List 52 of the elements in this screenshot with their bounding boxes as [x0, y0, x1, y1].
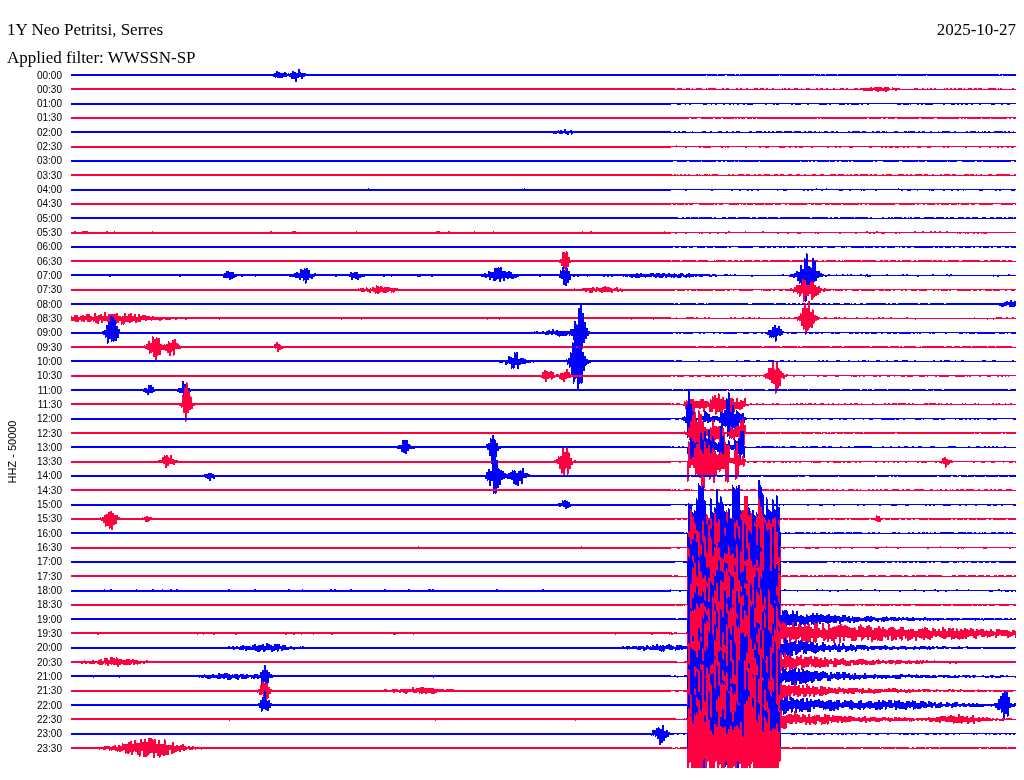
time-label: 22:00	[36, 699, 62, 711]
time-label: 22:30	[36, 713, 62, 725]
time-label: 04:30	[36, 198, 62, 210]
time-label: 17:30	[36, 570, 62, 582]
time-label: 23:30	[36, 742, 62, 754]
time-label: 21:00	[36, 670, 62, 682]
time-label: 16:30	[36, 542, 62, 554]
time-label: 19:30	[36, 628, 62, 639]
time-label: 05:30	[36, 227, 62, 238]
time-label: 21:30	[36, 685, 62, 697]
time-label: 11:00	[37, 384, 62, 396]
time-label: 23:00	[36, 728, 62, 740]
time-label: 07:30	[36, 284, 62, 296]
time-label: 17:00	[36, 556, 62, 568]
time-label: 07:00	[36, 270, 62, 281]
time-label: 12:30	[36, 427, 62, 439]
time-label: 09:00	[36, 327, 62, 339]
time-label: 14:00	[36, 470, 62, 482]
time-label: 01:00	[36, 98, 62, 110]
time-label: 14:30	[36, 484, 62, 496]
time-label: 12:00	[36, 413, 62, 425]
filter-label: Applied filter: WWSSN-SP	[6, 47, 197, 68]
time-label: 11:30	[37, 398, 62, 410]
time-label: 10:00	[36, 355, 62, 367]
time-label: 10:30	[36, 370, 62, 382]
time-label: 19:00	[36, 613, 62, 625]
time-label: 16:00	[36, 527, 62, 539]
time-label: 08:30	[36, 312, 62, 324]
time-label: 08:00	[36, 298, 62, 310]
time-label: 20:00	[36, 642, 62, 654]
time-label: 06:30	[36, 255, 62, 267]
time-label: 02:30	[36, 141, 62, 153]
time-label: 15:30	[36, 513, 62, 525]
time-label: 13:30	[36, 456, 62, 468]
time-label: 06:00	[36, 241, 62, 253]
time-label: 00:30	[36, 83, 62, 95]
time-label: 13:00	[36, 441, 62, 453]
time-label: 05:00	[36, 212, 62, 224]
time-label: 00:00	[36, 69, 62, 81]
time-label: 09:30	[36, 341, 62, 353]
station-title: 1Y Neo Petritsi, Serres	[7, 20, 164, 40]
time-label: 03:00	[36, 155, 62, 167]
axis-label: HHZ - 50000	[6, 420, 18, 484]
time-label: 04:00	[36, 184, 62, 196]
time-label: 18:00	[36, 585, 62, 596]
time-label: 15:00	[36, 499, 62, 511]
time-label: 01:30	[36, 112, 62, 124]
time-label: 20:30	[36, 656, 62, 668]
time-label: 02:00	[36, 126, 62, 138]
time-label: 18:30	[36, 599, 62, 611]
time-label: 03:30	[36, 169, 62, 181]
date-label: 2025-10-27	[936, 20, 1016, 40]
